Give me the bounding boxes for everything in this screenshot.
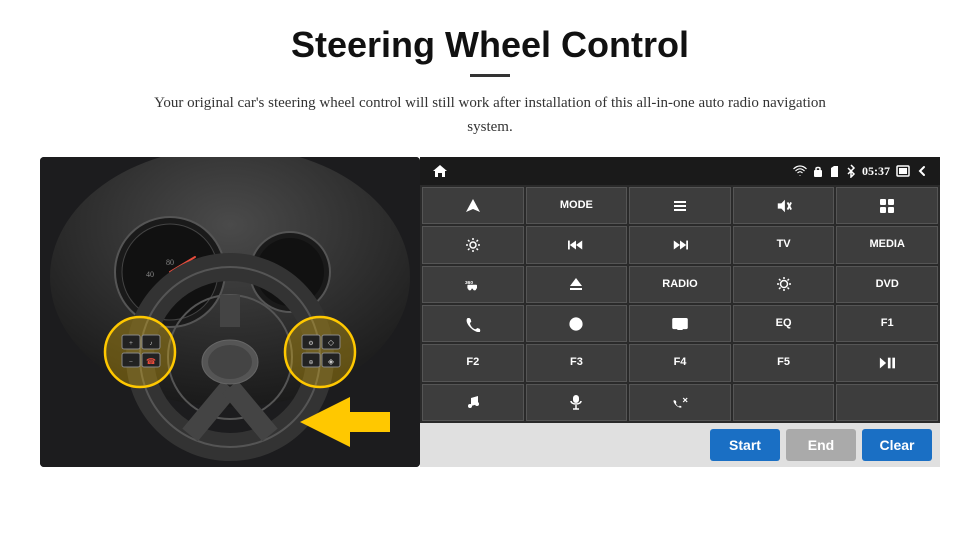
time-display: 05:37 bbox=[862, 164, 890, 179]
settings-icon bbox=[465, 237, 481, 253]
svg-text:40: 40 bbox=[146, 270, 154, 279]
page-wrapper: Steering Wheel Control Your original car… bbox=[0, 0, 980, 544]
start-button[interactable]: Start bbox=[710, 429, 780, 461]
home-icon bbox=[432, 164, 448, 178]
eject-btn[interactable] bbox=[526, 266, 628, 303]
wifi-icon bbox=[793, 165, 807, 177]
eject-icon bbox=[568, 276, 584, 292]
playpause-btn[interactable] bbox=[836, 344, 938, 381]
display-icon bbox=[672, 316, 688, 332]
phoneanswer-icon bbox=[672, 394, 688, 410]
dvd-btn[interactable]: DVD bbox=[836, 266, 938, 303]
music-icon bbox=[465, 394, 481, 410]
globe-btn[interactable] bbox=[526, 305, 628, 342]
list-icon bbox=[672, 198, 688, 214]
rewind-btn[interactable] bbox=[526, 226, 628, 263]
rewind-icon bbox=[568, 237, 584, 253]
grid-btn[interactable] bbox=[836, 187, 938, 224]
button-grid: MODE bbox=[420, 185, 940, 423]
svg-text:80: 80 bbox=[166, 258, 174, 267]
360car-btn[interactable]: 360 bbox=[422, 266, 524, 303]
radio-btn[interactable]: RADIO bbox=[629, 266, 731, 303]
mute-btn[interactable] bbox=[733, 187, 835, 224]
svg-text:⚙: ⚙ bbox=[308, 340, 313, 347]
control-panel: 05:37 MODE bbox=[420, 157, 940, 467]
playpause-icon bbox=[879, 355, 895, 371]
svg-text:☎: ☎ bbox=[146, 357, 156, 366]
brightness-btn[interactable] bbox=[733, 266, 835, 303]
status-icons-right: 05:37 bbox=[793, 164, 928, 179]
phone-btn[interactable] bbox=[422, 305, 524, 342]
status-bar-left bbox=[432, 164, 448, 178]
end-button[interactable]: End bbox=[786, 429, 856, 461]
grid-icon bbox=[879, 198, 895, 214]
back-icon bbox=[916, 165, 928, 177]
steering-wheel-image: 80 120 40 bbox=[40, 157, 420, 467]
f3-btn[interactable]: F3 bbox=[526, 344, 628, 381]
sim-icon bbox=[829, 165, 840, 178]
display-btn[interactable] bbox=[629, 305, 731, 342]
music-btn[interactable] bbox=[422, 384, 524, 421]
brightness-icon bbox=[776, 276, 792, 292]
fullscreen-icon bbox=[896, 165, 910, 177]
f5-btn[interactable]: F5 bbox=[733, 344, 835, 381]
mic-icon bbox=[568, 394, 584, 410]
f1-btn[interactable]: F1 bbox=[836, 305, 938, 342]
navigate-btn[interactable] bbox=[422, 187, 524, 224]
forward-btn[interactable] bbox=[629, 226, 731, 263]
bluetooth-icon bbox=[846, 164, 856, 178]
eq-btn[interactable]: EQ bbox=[733, 305, 835, 342]
svg-text:◇: ◇ bbox=[328, 338, 335, 347]
svg-text:♪: ♪ bbox=[150, 341, 153, 347]
mute-icon bbox=[776, 198, 792, 214]
svg-text:⊕: ⊕ bbox=[308, 360, 313, 366]
empty-cell-1 bbox=[733, 384, 835, 421]
lock-icon bbox=[813, 165, 823, 178]
page-subtitle: Your original car's steering wheel contr… bbox=[150, 91, 830, 139]
title-divider bbox=[470, 74, 510, 77]
settings-btn[interactable] bbox=[422, 226, 524, 263]
clear-button[interactable]: Clear bbox=[862, 429, 932, 461]
media-btn[interactable]: MEDIA bbox=[836, 226, 938, 263]
bottom-bar: Start End Clear bbox=[420, 423, 940, 467]
list-btn[interactable] bbox=[629, 187, 731, 224]
f4-btn[interactable]: F4 bbox=[629, 344, 731, 381]
mic-btn[interactable] bbox=[526, 384, 628, 421]
svg-text:+: + bbox=[129, 339, 133, 347]
navigate-icon bbox=[465, 198, 481, 214]
empty-cell-2 bbox=[836, 384, 938, 421]
phoneanswer-btn[interactable] bbox=[629, 384, 731, 421]
status-bar: 05:37 bbox=[420, 157, 940, 185]
svg-text:−: − bbox=[129, 358, 133, 366]
globe-icon bbox=[568, 316, 584, 332]
content-area: 80 120 40 bbox=[40, 157, 940, 467]
f2-btn[interactable]: F2 bbox=[422, 344, 524, 381]
phone-icon bbox=[465, 316, 481, 332]
mode-btn[interactable]: MODE bbox=[526, 187, 628, 224]
svg-text:◈: ◈ bbox=[328, 357, 335, 366]
forward-icon bbox=[672, 237, 688, 253]
page-title: Steering Wheel Control bbox=[291, 24, 689, 66]
tv-btn[interactable]: TV bbox=[733, 226, 835, 263]
360car-icon: 360 bbox=[465, 276, 481, 292]
